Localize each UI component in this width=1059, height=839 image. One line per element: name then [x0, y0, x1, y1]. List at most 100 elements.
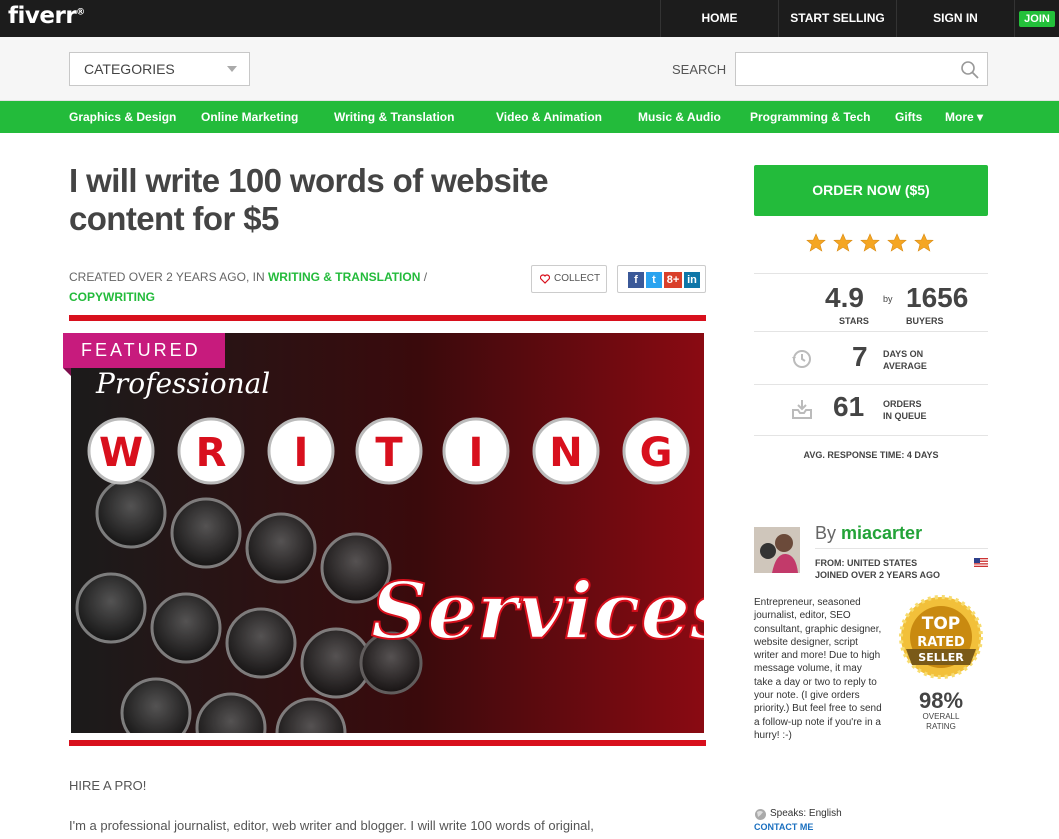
orders-label-1: ORDERS: [883, 399, 922, 409]
logo-mark: ®: [76, 7, 85, 18]
orders-label-2: IN QUEUE: [883, 411, 927, 421]
gig-meta: CREATED OVER 2 YEARS AGO, IN WRITING & T…: [69, 267, 489, 307]
social-share: f t 8+ in: [617, 265, 706, 293]
google-plus-icon[interactable]: 8+: [664, 272, 682, 288]
cat-video-animation[interactable]: Video & Animation: [496, 101, 602, 133]
star-icon: [887, 233, 907, 252]
category-link[interactable]: WRITING & TRANSLATION: [268, 270, 420, 284]
badge-seller: SELLER: [918, 651, 964, 664]
top-bar: fiverr® HOME START SELLING SIGN IN JOIN: [0, 0, 1059, 37]
overall-rating-percent: 98%: [918, 688, 964, 713]
fiverr-logo[interactable]: fiverr®: [8, 3, 85, 29]
facebook-icon[interactable]: f: [628, 272, 644, 288]
typewriter-art: W R I T I N G Professional Services: [75, 367, 704, 733]
orders-value: 61: [833, 391, 865, 422]
top-nav: HOME START SELLING SIGN IN JOIN: [660, 0, 1059, 37]
gig-image[interactable]: W R I T I N G Professional Services: [69, 315, 706, 746]
by-label: by: [883, 294, 893, 304]
collect-label: COLLECT: [554, 273, 601, 284]
days-value: 7: [852, 341, 868, 372]
by-prefix: By: [815, 523, 842, 543]
hero-letter-4: T: [375, 430, 403, 476]
seller-username[interactable]: miacarter: [841, 523, 922, 543]
nav-join[interactable]: JOIN: [1014, 0, 1059, 37]
star-icon: [860, 233, 880, 252]
hero-letter-3: I: [294, 430, 309, 476]
star-icon: [806, 233, 826, 252]
description-text: I'm a professional journalist, editor, w…: [69, 818, 594, 833]
overall-label-2: RATING: [926, 722, 956, 731]
overall-rating-label: OVERALL RATING: [894, 712, 988, 732]
rating-value: 4.9: [825, 282, 864, 313]
created-text: CREATED OVER 2 YEARS AGO, IN: [69, 270, 268, 284]
nav-start-selling[interactable]: START SELLING: [778, 0, 896, 37]
top-rated-seller-badge: TOP RATED SELLER: [899, 595, 983, 679]
linkedin-icon[interactable]: in: [684, 272, 700, 288]
cat-music-audio[interactable]: Music & Audio: [638, 101, 721, 133]
search-icon[interactable]: [960, 60, 980, 80]
categories-dropdown[interactable]: CATEGORIES: [69, 52, 250, 86]
seller-bio: Entrepreneur, seasoned journalist, edito…: [754, 597, 882, 741]
contact-me-link[interactable]: CONTACT ME: [754, 822, 813, 832]
hero-letter-7: G: [640, 430, 673, 476]
heart-icon: [540, 274, 550, 284]
stat-divider: [754, 435, 988, 436]
hero-letter-6: N: [549, 430, 582, 476]
seller-avatar[interactable]: [754, 527, 800, 573]
seller-byline: By miacarter: [815, 523, 922, 544]
us-flag-icon: [974, 558, 988, 567]
join-badge: JOIN: [1019, 11, 1055, 27]
stat-divider: [754, 273, 988, 274]
search-bar: CATEGORIES SEARCH: [0, 37, 1059, 101]
cat-graphics-design[interactable]: Graphics & Design: [69, 101, 176, 133]
globe-icon: [755, 809, 766, 820]
badge-rated: RATED: [917, 635, 965, 650]
history-icon: [792, 350, 811, 368]
buyers-label: BUYERS: [906, 316, 944, 326]
breadcrumb-separator: /: [420, 270, 428, 284]
description-heading: HIRE A PRO!: [69, 778, 147, 793]
hero-script-bottom: Services: [371, 566, 704, 657]
hero-letter-5: I: [469, 430, 484, 476]
search-label: SEARCH: [672, 62, 727, 77]
subcategory-link[interactable]: COPYWRITING: [69, 290, 155, 304]
category-nav: Graphics & Design Online Marketing Writi…: [0, 101, 1059, 133]
overall-label-1: OVERALL: [922, 712, 960, 721]
star-icon: [914, 233, 934, 252]
hero-letter-1: W: [99, 430, 143, 476]
gig-image-art: W R I T I N G Professional Services: [71, 333, 704, 733]
seller-divider: [815, 548, 988, 549]
nav-home[interactable]: HOME: [660, 0, 778, 37]
hero-script-top: Professional: [95, 367, 270, 400]
stat-divider: [754, 384, 988, 385]
order-now-button[interactable]: ORDER NOW ($5): [754, 165, 988, 216]
seller-from: FROM: UNITED STATES: [815, 558, 918, 568]
cat-more[interactable]: More ▾: [945, 101, 983, 133]
days-label-1: DAYS ON: [883, 349, 924, 359]
badge-top: TOP: [922, 614, 961, 634]
seller-photo: [754, 527, 800, 573]
featured-ribbon: FEATURED: [63, 333, 225, 368]
stars-label: STARS: [839, 316, 869, 326]
days-label-2: AVERAGE: [883, 361, 927, 371]
cat-programming-tech[interactable]: Programming & Tech: [750, 101, 870, 133]
cat-gifts[interactable]: Gifts: [895, 101, 922, 133]
categories-label: CATEGORIES: [84, 61, 175, 77]
seller-info: FROM: UNITED STATES JOINED OVER 2 YEARS A…: [815, 557, 940, 581]
response-time: AVG. RESPONSE TIME: 4 DAYS: [803, 450, 939, 460]
nav-sign-in[interactable]: SIGN IN: [896, 0, 1014, 37]
rating-stars: [806, 233, 934, 252]
featured-ribbon-fold: [63, 368, 71, 376]
chevron-down-icon: [227, 66, 237, 72]
hero-letter-2: R: [196, 430, 227, 476]
search-input[interactable]: [735, 52, 988, 86]
buyers-count: 1656: [906, 282, 969, 313]
twitter-icon[interactable]: t: [646, 272, 662, 288]
cat-online-marketing[interactable]: Online Marketing: [201, 101, 298, 133]
collect-button[interactable]: COLLECT: [531, 265, 607, 293]
cat-writing-translation[interactable]: Writing & Translation: [334, 101, 454, 133]
seller-languages: Speaks: English: [770, 808, 842, 819]
seller-joined: JOINED OVER 2 YEARS AGO: [815, 570, 941, 580]
star-icon: [833, 233, 853, 252]
stat-divider: [754, 331, 988, 332]
